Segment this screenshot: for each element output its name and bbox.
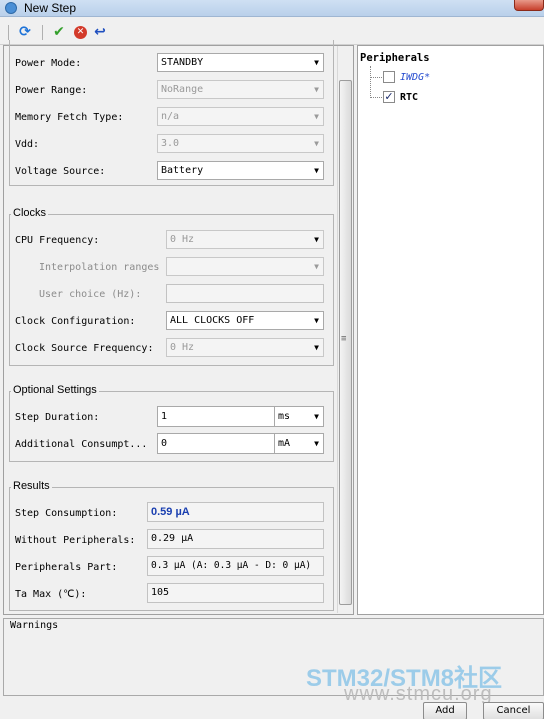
cpu-frequency-label: CPU Frequency: xyxy=(15,235,100,246)
tree-connector xyxy=(371,77,382,78)
peripherals-part-value: 0.3 µA (A: 0.3 µA - D: 0 µA) xyxy=(147,556,324,576)
watermark-url-text: www.stmcu.org xyxy=(344,683,493,705)
step-duration-unit-select[interactable]: ms ▼ xyxy=(274,406,324,427)
iwdg-label: IWDG* xyxy=(400,72,431,83)
step-duration-label: Step Duration: xyxy=(15,412,100,423)
chevron-down-icon: ▼ xyxy=(314,439,319,448)
user-choice-input[interactable] xyxy=(166,284,324,303)
warnings-title: Warnings xyxy=(8,620,61,631)
interpolation-select[interactable]: ▼ xyxy=(166,257,324,276)
chevron-down-icon: ▼ xyxy=(314,316,319,325)
clock-source-label: Clock Source Frequency: xyxy=(15,343,154,354)
window-title: New Step xyxy=(24,1,77,15)
additional-unit-value: mA xyxy=(278,438,291,449)
clock-source-select[interactable]: 0 Hz ▼ xyxy=(166,338,324,357)
refresh-icon[interactable]: ⟳ xyxy=(17,24,33,40)
memory-fetch-select[interactable]: n/a ▼ xyxy=(157,107,324,126)
undo-icon[interactable]: ↩ xyxy=(92,24,108,40)
chevron-down-icon: ▼ xyxy=(314,235,319,244)
clock-config-label: Clock Configuration: xyxy=(15,316,136,327)
user-choice-label: User choice (Hz): xyxy=(39,289,142,300)
step-duration-input[interactable]: 1 xyxy=(157,406,275,427)
step-consumption-label: Step Consumption: xyxy=(15,508,118,519)
chevron-down-icon: ▼ xyxy=(314,343,319,352)
power-mode-value: STANDBY xyxy=(161,57,204,68)
toolbar-separator xyxy=(8,25,9,40)
title-bar xyxy=(0,0,544,17)
peripherals-pane xyxy=(357,45,544,615)
chevron-down-icon: ▼ xyxy=(314,262,319,271)
additional-unit-select[interactable]: mA ▼ xyxy=(274,433,324,454)
memory-fetch-label: Memory Fetch Type: xyxy=(15,112,124,123)
clock-source-value: 0 Hz xyxy=(170,342,195,353)
rtc-label: RTC xyxy=(400,92,419,103)
app-icon xyxy=(5,2,17,14)
chevron-down-icon: ▼ xyxy=(314,85,319,94)
additional-consumption-input[interactable]: 0 xyxy=(157,433,275,454)
iwdg-checkbox[interactable] xyxy=(383,71,395,83)
step-consumption-value: 0.59 µA xyxy=(147,502,324,522)
step-duration-unit-value: ms xyxy=(278,411,291,422)
power-range-value: NoRange xyxy=(161,84,204,95)
results-group-title: Results xyxy=(11,480,52,492)
power-range-select[interactable]: NoRange ▼ xyxy=(157,80,324,99)
clocks-group-title: Clocks xyxy=(11,207,49,219)
cancel-button[interactable]: Cancel xyxy=(483,702,544,719)
cpu-frequency-select[interactable]: 0 Hz ▼ xyxy=(166,230,324,249)
peripherals-part-label: Peripherals Part: xyxy=(15,562,118,573)
voltage-source-select[interactable]: Battery ▼ xyxy=(157,161,324,180)
add-button[interactable]: Add xyxy=(423,702,467,719)
ta-max-label: Ta Max (℃): xyxy=(15,589,87,600)
interpolation-label: Interpolation ranges xyxy=(39,262,160,273)
memory-fetch-value: n/a xyxy=(161,111,180,122)
power-range-label: Power Range: xyxy=(15,85,88,96)
vdd-select[interactable]: 3.0 ▼ xyxy=(157,134,324,153)
additional-consumption-label: Additional Consumpt... xyxy=(15,439,148,450)
cancel-icon[interactable]: ✕ xyxy=(74,26,87,39)
clock-config-select[interactable]: ALL CLOCKS OFF ▼ xyxy=(166,311,324,330)
voltage-source-value: Battery xyxy=(161,165,204,176)
without-peripherals-value: 0.29 µA xyxy=(147,529,324,549)
power-mode-label: Power Mode: xyxy=(15,58,82,69)
cpu-frequency-value: 0 Hz xyxy=(170,234,195,245)
chevron-down-icon: ▼ xyxy=(314,166,319,175)
without-peripherals-label: Without Peripherals: xyxy=(15,535,136,546)
clock-config-value: ALL CLOCKS OFF xyxy=(170,315,255,326)
chevron-down-icon: ▼ xyxy=(314,412,319,421)
tree-connector xyxy=(371,97,382,98)
rtc-checkbox[interactable]: ✓ xyxy=(383,91,395,103)
voltage-source-label: Voltage Source: xyxy=(15,166,106,177)
chevron-down-icon: ▼ xyxy=(314,139,319,148)
vdd-label: Vdd: xyxy=(15,139,40,150)
checkmark-icon[interactable]: ✔ xyxy=(51,24,67,40)
optional-settings-title: Optional Settings xyxy=(11,384,99,396)
power-mode-select[interactable]: STANDBY ▼ xyxy=(157,53,324,72)
ta-max-value: 105 xyxy=(147,583,324,603)
peripherals-title: Peripherals xyxy=(360,52,430,64)
window-close-button[interactable] xyxy=(514,0,544,11)
tree-connector xyxy=(370,66,371,98)
chevron-down-icon: ▼ xyxy=(314,112,319,121)
grip-icon: ≡ xyxy=(341,334,347,344)
vdd-value: 3.0 xyxy=(161,138,180,149)
toolbar-separator xyxy=(42,25,43,40)
chevron-down-icon: ▼ xyxy=(314,58,319,67)
